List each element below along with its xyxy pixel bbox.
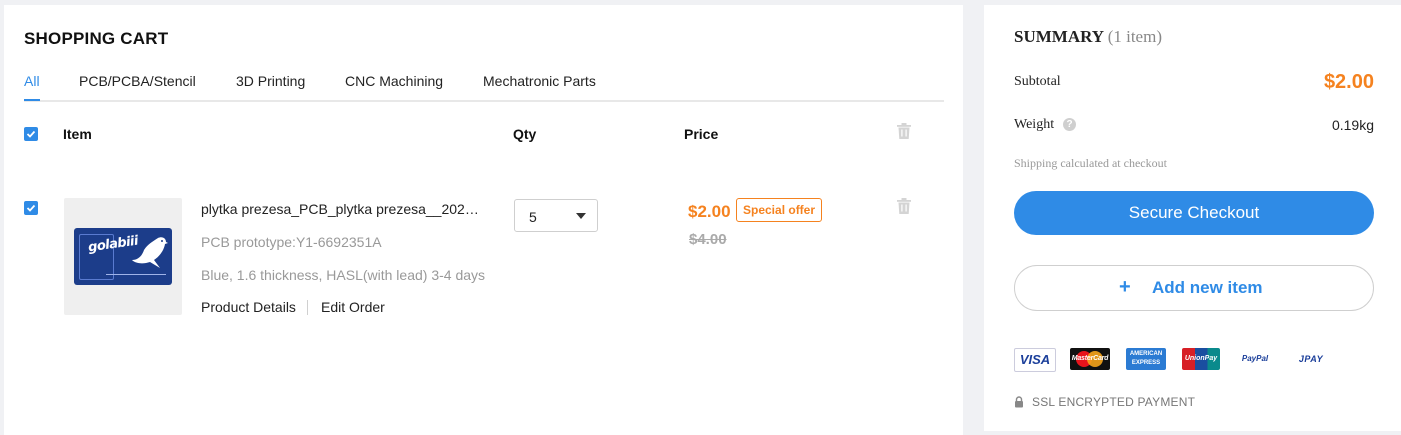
product-details-link[interactable]: Product Details — [201, 299, 296, 315]
help-icon[interactable]: ? — [1063, 118, 1076, 131]
cart-panel: SHOPPING CART All PCB/PCBA/Stencil 3D Pr… — [4, 5, 963, 435]
shipping-note: Shipping calculated at checkout — [1014, 156, 1167, 170]
pcb-image: golabiii — [74, 228, 172, 285]
chevron-down-icon — [576, 213, 586, 219]
subtotal-label: Subtotal — [1014, 74, 1061, 89]
item-price: $2.00 — [688, 202, 731, 221]
tab-3d-printing[interactable]: 3D Printing — [236, 73, 305, 98]
item-checkbox[interactable] — [24, 201, 38, 215]
column-header-qty: Qty — [513, 126, 537, 142]
lock-icon — [1015, 396, 1023, 408]
product-prototype-id: PCB prototype:Y1-6692351A — [201, 234, 382, 250]
delete-all-trash-icon[interactable] — [896, 123, 912, 140]
tab-all[interactable]: All — [24, 73, 40, 101]
column-header-item: Item — [63, 126, 92, 142]
weight-label: Weight — [1014, 117, 1055, 132]
special-offer-badge: Special offer — [736, 198, 823, 222]
jpay-logo: JPAY — [1298, 354, 1324, 364]
summary-item-count: (1 item) — [1107, 27, 1162, 46]
product-name-link[interactable]: plytka prezesa_PCB_plytka prezesa__2024-… — [201, 201, 486, 217]
link-divider — [307, 300, 308, 315]
quantity-select[interactable]: 5 — [514, 199, 598, 232]
page-title: SHOPPING CART — [24, 29, 169, 48]
tab-cnc-machining[interactable]: CNC Machining — [345, 73, 443, 98]
product-thumbnail[interactable]: golabiii — [64, 198, 182, 315]
column-header-price: Price — [684, 126, 719, 142]
mastercard-logo: MasterCard — [1070, 348, 1110, 370]
delete-item-trash-icon[interactable] — [896, 198, 912, 215]
product-specs: Blue, 1.6 thickness, HASL(with lead) 3-4… — [201, 267, 486, 283]
item-original-price: $4.00 — [689, 231, 727, 248]
summary-title: SUMMARY (1 item) — [1014, 27, 1162, 47]
add-new-item-button[interactable]: + Add new item — [1014, 265, 1374, 311]
mastercard-label: MasterCard — [1071, 355, 1109, 362]
summary-panel: SUMMARY (1 item) Subtotal $2.00 Weight ?… — [984, 5, 1401, 431]
weight-value: 0.19kg — [1331, 117, 1374, 133]
ssl-text: SSL ENCRYPTED PAYMENT — [1032, 395, 1196, 409]
select-all-checkbox[interactable] — [24, 127, 38, 141]
visa-logo: VISA — [1014, 348, 1056, 372]
summary-title-text: SUMMARY — [1014, 27, 1104, 46]
tab-mechatronic-parts[interactable]: Mechatronic Parts — [483, 73, 596, 98]
subtotal-value: $2.00 — [1323, 71, 1374, 93]
quantity-value: 5 — [529, 209, 537, 225]
unionpay-logo: UnionPay — [1182, 348, 1220, 370]
tab-pcb-pcba-stencil[interactable]: PCB/PCBA/Stencil — [79, 73, 196, 98]
category-tabs: All PCB/PCBA/Stencil 3D Printing CNC Mac… — [24, 71, 944, 102]
secure-checkout-button[interactable]: Secure Checkout — [1014, 191, 1374, 235]
pigeon-icon — [132, 237, 168, 268]
paypal-logo: PayPal — [1241, 354, 1269, 363]
edit-order-link[interactable]: Edit Order — [321, 299, 385, 315]
add-new-item-label: Add new item — [1152, 278, 1263, 297]
amex-logo: AMERICAN EXPRESS — [1126, 348, 1166, 370]
plus-icon: + — [1119, 276, 1131, 298]
